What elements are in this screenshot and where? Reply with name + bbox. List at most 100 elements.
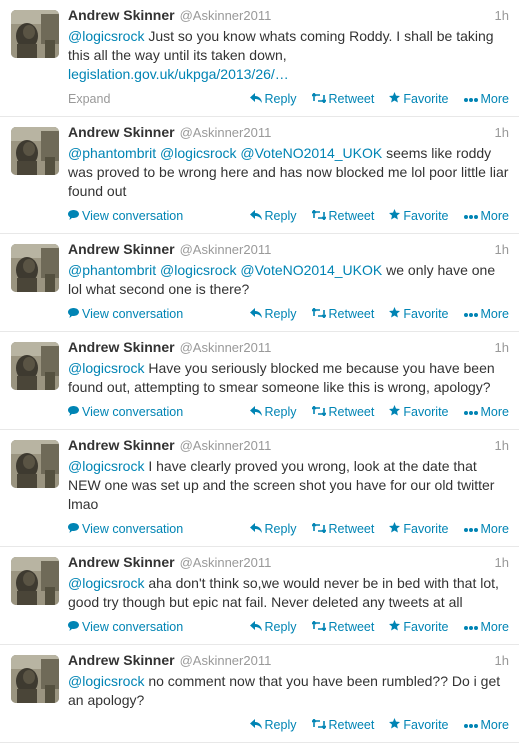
retweet-button[interactable]: Retweet xyxy=(310,718,374,732)
author-name[interactable]: Andrew Skinner xyxy=(68,339,175,355)
reply-button[interactable]: Reply xyxy=(249,209,297,223)
favorite-button[interactable]: Favorite xyxy=(389,92,449,106)
tweet[interactable]: Andrew Skinner @Askinner2011 1h @logicsr… xyxy=(0,332,519,430)
retweet-button[interactable]: Retweet xyxy=(310,209,374,223)
author-name[interactable]: Andrew Skinner xyxy=(68,652,175,668)
author-name[interactable]: Andrew Skinner xyxy=(68,241,175,257)
tweet[interactable]: Andrew Skinner @Askinner2011 1h @logicsr… xyxy=(0,645,519,743)
retweet-button[interactable]: Retweet xyxy=(310,405,374,419)
mention-link[interactable]: @phantombrit xyxy=(68,145,156,161)
reply-button[interactable]: Reply xyxy=(249,405,297,419)
mention-link[interactable]: @logicsrock xyxy=(68,575,144,591)
retweet-button[interactable]: Retweet xyxy=(310,92,374,106)
reply-label: Reply xyxy=(264,405,297,419)
view-conversation-link[interactable]: View conversation xyxy=(68,209,183,223)
view-conversation-link[interactable]: View conversation xyxy=(68,620,183,634)
author-name[interactable]: Andrew Skinner xyxy=(68,554,175,570)
more-button[interactable]: More xyxy=(463,92,509,106)
avatar[interactable] xyxy=(11,557,59,605)
mention-link[interactable]: @phantombrit xyxy=(68,262,156,278)
author-name[interactable]: Andrew Skinner xyxy=(68,7,175,23)
avatar[interactable] xyxy=(11,440,59,488)
more-button[interactable]: More xyxy=(463,620,509,634)
favorite-button[interactable]: Favorite xyxy=(389,209,449,223)
tweet[interactable]: Andrew Skinner @Askinner2011 1h @logicsr… xyxy=(0,430,519,547)
mention-link[interactable]: @logicsrock xyxy=(160,145,236,161)
avatar[interactable] xyxy=(11,655,59,703)
mention-link[interactable]: @logicsrock xyxy=(68,458,144,474)
avatar[interactable] xyxy=(11,342,59,390)
reply-button[interactable]: Reply xyxy=(249,307,297,321)
favorite-button[interactable]: Favorite xyxy=(389,718,449,732)
more-icon xyxy=(463,405,478,419)
more-button[interactable]: More xyxy=(463,209,509,223)
favorite-label: Favorite xyxy=(403,405,449,419)
more-button[interactable]: More xyxy=(463,307,509,321)
mention-link[interactable]: @logicsrock xyxy=(68,28,144,44)
speech-bubble-icon xyxy=(68,307,79,321)
tweet-timestamp[interactable]: 1h xyxy=(495,340,509,355)
tweet-footer: Expand Reply Retweet Favorite More xyxy=(68,90,509,108)
retweet-label: Retweet xyxy=(328,522,375,536)
more-icon xyxy=(463,92,478,106)
favorite-button[interactable]: Favorite xyxy=(389,522,449,536)
view-conversation-link[interactable]: View conversation xyxy=(68,405,183,419)
favorite-button[interactable]: Favorite xyxy=(389,405,449,419)
favorite-button[interactable]: Favorite xyxy=(389,307,449,321)
tweet-url-link[interactable]: legislation.gov.uk/ukpga/2013/26/… xyxy=(68,66,289,82)
more-button[interactable]: More xyxy=(463,718,509,732)
tweet-timestamp[interactable]: 1h xyxy=(495,653,509,668)
author-handle[interactable]: @Askinner2011 xyxy=(180,555,272,570)
tweet-timestamp[interactable]: 1h xyxy=(495,125,509,140)
tweet-text: @logicsrock Have you seriously blocked m… xyxy=(68,359,509,397)
view-conversation-link[interactable]: View conversation xyxy=(68,522,183,536)
reply-button[interactable]: Reply xyxy=(249,718,297,732)
author-handle[interactable]: @Askinner2011 xyxy=(180,340,272,355)
tweet-header: Andrew Skinner @Askinner2011 1h xyxy=(68,437,509,457)
tweet-timestamp[interactable]: 1h xyxy=(495,555,509,570)
reply-button[interactable]: Reply xyxy=(249,620,297,634)
tweet-timestamp[interactable]: 1h xyxy=(495,8,509,23)
tweet-text: @logicsrock Just so you know whats comin… xyxy=(68,27,509,84)
mention-link[interactable]: @logicsrock xyxy=(68,673,144,689)
retweet-icon xyxy=(310,307,327,321)
author-handle[interactable]: @Askinner2011 xyxy=(180,8,272,23)
tweet[interactable]: Andrew Skinner @Askinner2011 1h @logicsr… xyxy=(0,0,519,117)
speech-bubble-icon xyxy=(68,620,79,634)
tweet-timestamp[interactable]: 1h xyxy=(495,242,509,257)
retweet-button[interactable]: Retweet xyxy=(310,307,374,321)
view-conversation-link[interactable]: View conversation xyxy=(68,307,183,321)
retweet-button[interactable]: Retweet xyxy=(310,620,374,634)
author-handle[interactable]: @Askinner2011 xyxy=(180,125,272,140)
tweet[interactable]: Andrew Skinner @Askinner2011 1h @phantom… xyxy=(0,234,519,332)
mention-link[interactable]: @logicsrock xyxy=(160,262,236,278)
tweet-actions: Reply Retweet Favorite More xyxy=(249,92,509,106)
expand-link[interactable]: Expand xyxy=(68,92,110,106)
mention-link[interactable]: @VoteNO2014_UKOK xyxy=(240,145,382,161)
more-button[interactable]: More xyxy=(463,405,509,419)
more-button[interactable]: More xyxy=(463,522,509,536)
tweet[interactable]: Andrew Skinner @Askinner2011 1h @logicsr… xyxy=(0,547,519,645)
retweet-icon xyxy=(310,620,327,634)
avatar[interactable] xyxy=(11,10,59,58)
favorite-label: Favorite xyxy=(403,92,449,106)
more-icon xyxy=(463,209,478,223)
reply-button[interactable]: Reply xyxy=(249,92,297,106)
author-handle[interactable]: @Askinner2011 xyxy=(180,242,272,257)
mention-link[interactable]: @logicsrock xyxy=(68,360,144,376)
tweet[interactable]: Andrew Skinner @Askinner2011 1h @phantom… xyxy=(0,117,519,234)
reply-button[interactable]: Reply xyxy=(249,522,297,536)
author-name[interactable]: Andrew Skinner xyxy=(68,124,175,140)
author-handle[interactable]: @Askinner2011 xyxy=(180,653,272,668)
author-name[interactable]: Andrew Skinner xyxy=(68,437,175,453)
mention-link[interactable]: @VoteNO2014_UKOK xyxy=(240,262,382,278)
author-handle[interactable]: @Askinner2011 xyxy=(180,438,272,453)
tweet-timestamp[interactable]: 1h xyxy=(495,438,509,453)
favorite-button[interactable]: Favorite xyxy=(389,620,449,634)
tweet-footer: View conversation Reply Retweet Favorite xyxy=(68,403,509,421)
favorite-label: Favorite xyxy=(403,307,449,321)
avatar[interactable] xyxy=(11,127,59,175)
tweet-text: @logicsrock no comment now that you have… xyxy=(68,672,509,710)
avatar[interactable] xyxy=(11,244,59,292)
retweet-button[interactable]: Retweet xyxy=(310,522,375,536)
